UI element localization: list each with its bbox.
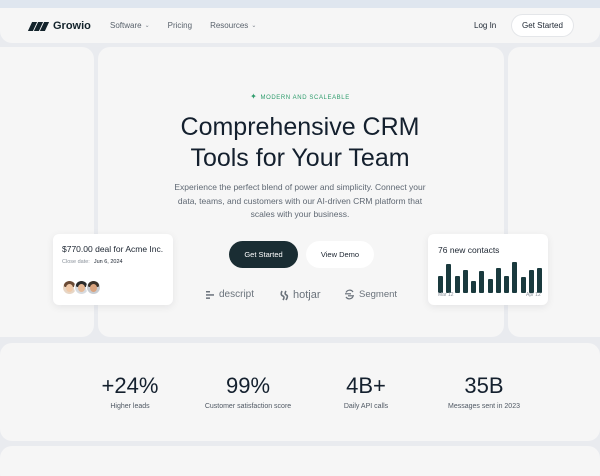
brand-logos: descript hotjar Segment	[205, 289, 405, 305]
brand-segment: Segment	[344, 289, 397, 300]
sparkle-icon: ✦	[250, 92, 258, 101]
chart-bar	[438, 276, 443, 293]
chart-bar	[455, 276, 460, 293]
stat-label: Higher leads	[110, 403, 150, 410]
nav-item-software[interactable]: Software ⌄	[110, 21, 150, 30]
logo-mark-icon	[27, 21, 50, 31]
chart-bar	[504, 276, 509, 293]
nav-item-label: Resources	[210, 21, 249, 30]
stat-value: 35B	[464, 373, 504, 398]
brand-name: Growio	[53, 20, 91, 32]
get-started-button[interactable]: Get Started	[229, 241, 298, 268]
brand-hotjar: hotjar	[280, 289, 321, 301]
hero-subtitle: Experience the perfect blend of power an…	[174, 182, 426, 219]
chart-start-label: Mar 12	[438, 292, 454, 298]
stat-daily-api-calls: 4B+ Daily API calls	[306, 373, 426, 410]
hero-badge: ✦ MODERN AND SCALEABLE	[0, 92, 600, 101]
chevron-down-icon: ⌄	[251, 23, 257, 29]
stat-label: Messages sent in 2023	[448, 403, 520, 410]
brand-segment-name: Segment	[359, 289, 398, 300]
brand-hotjar-name: hotjar	[293, 289, 321, 301]
descript-logo-icon	[206, 290, 214, 299]
hero-title-line-1: Comprehensive CRM	[180, 113, 420, 141]
deal-close-date-label: Close date:	[62, 259, 90, 265]
deal-close-date: Close date: Jun 6, 2024	[62, 259, 123, 265]
nav-item-label: Software	[110, 21, 142, 30]
chart-bar	[479, 271, 484, 293]
chart-end-label: Apr 12	[526, 292, 541, 298]
brand-logo[interactable]: Growio	[27, 20, 91, 32]
contacts-bar-chart	[438, 259, 542, 293]
stat-messages-sent: 35B Messages sent in 2023	[424, 373, 544, 410]
deal-title: $770.00 deal for Acme Inc.	[62, 244, 164, 254]
chevron-down-icon: ⌄	[144, 23, 150, 29]
chart-bar	[471, 281, 476, 293]
avatar-group	[62, 280, 101, 295]
chart-bar	[446, 264, 451, 293]
hero-badge-text: MODERN AND SCALEABLE	[260, 95, 350, 101]
chart-bar	[537, 268, 542, 293]
nav-item-pricing[interactable]: Pricing	[168, 21, 192, 30]
segment-logo-icon	[345, 289, 354, 300]
nav-item-label: Pricing	[167, 21, 193, 30]
hero-title: Comprehensive CRM Tools for Your Team	[0, 112, 600, 174]
hero-title-line-2: Tools for Your Team	[190, 144, 410, 172]
stat-label: Daily API calls	[343, 403, 389, 410]
chart-bar	[521, 277, 526, 293]
avatar	[86, 280, 101, 295]
stat-higher-leads: +24% Higher leads	[70, 373, 190, 410]
view-demo-button[interactable]: View Demo	[306, 241, 374, 268]
chart-bar	[463, 270, 468, 293]
stat-value: 99%	[225, 373, 271, 398]
site-header: Growio Software ⌄ Pricing Resources ⌄ Lo…	[0, 8, 600, 43]
header-get-started-button[interactable]: Get Started	[512, 15, 573, 36]
login-link[interactable]: Log In	[474, 21, 496, 30]
brand-descript: descript	[205, 289, 254, 300]
brand-descript-name: descript	[219, 289, 255, 300]
deal-card[interactable]: $770.00 deal for Acme Inc. Close date: Ju…	[53, 234, 173, 305]
main-nav: Software ⌄ Pricing Resources ⌄	[110, 21, 256, 30]
top-strip	[0, 0, 600, 8]
next-section-panel	[0, 446, 600, 476]
chart-bar	[529, 270, 534, 293]
chart-bar	[488, 279, 493, 293]
stat-value: 4B+	[346, 373, 386, 398]
stat-customer-satisfaction: 99% Customer satisfaction score	[188, 373, 308, 410]
contacts-title: 76 new contacts	[438, 245, 500, 255]
stat-label: Customer satisfaction score	[204, 403, 292, 410]
chart-bar	[496, 268, 501, 293]
deal-close-date-value: Jun 6, 2024	[93, 259, 123, 265]
hotjar-logo-icon	[280, 290, 289, 300]
contacts-card[interactable]: 76 new contacts Mar 12 Apr 12	[428, 234, 548, 305]
stat-value: +24%	[101, 373, 159, 398]
chart-bar	[512, 262, 517, 293]
nav-item-resources[interactable]: Resources ⌄	[210, 21, 256, 30]
